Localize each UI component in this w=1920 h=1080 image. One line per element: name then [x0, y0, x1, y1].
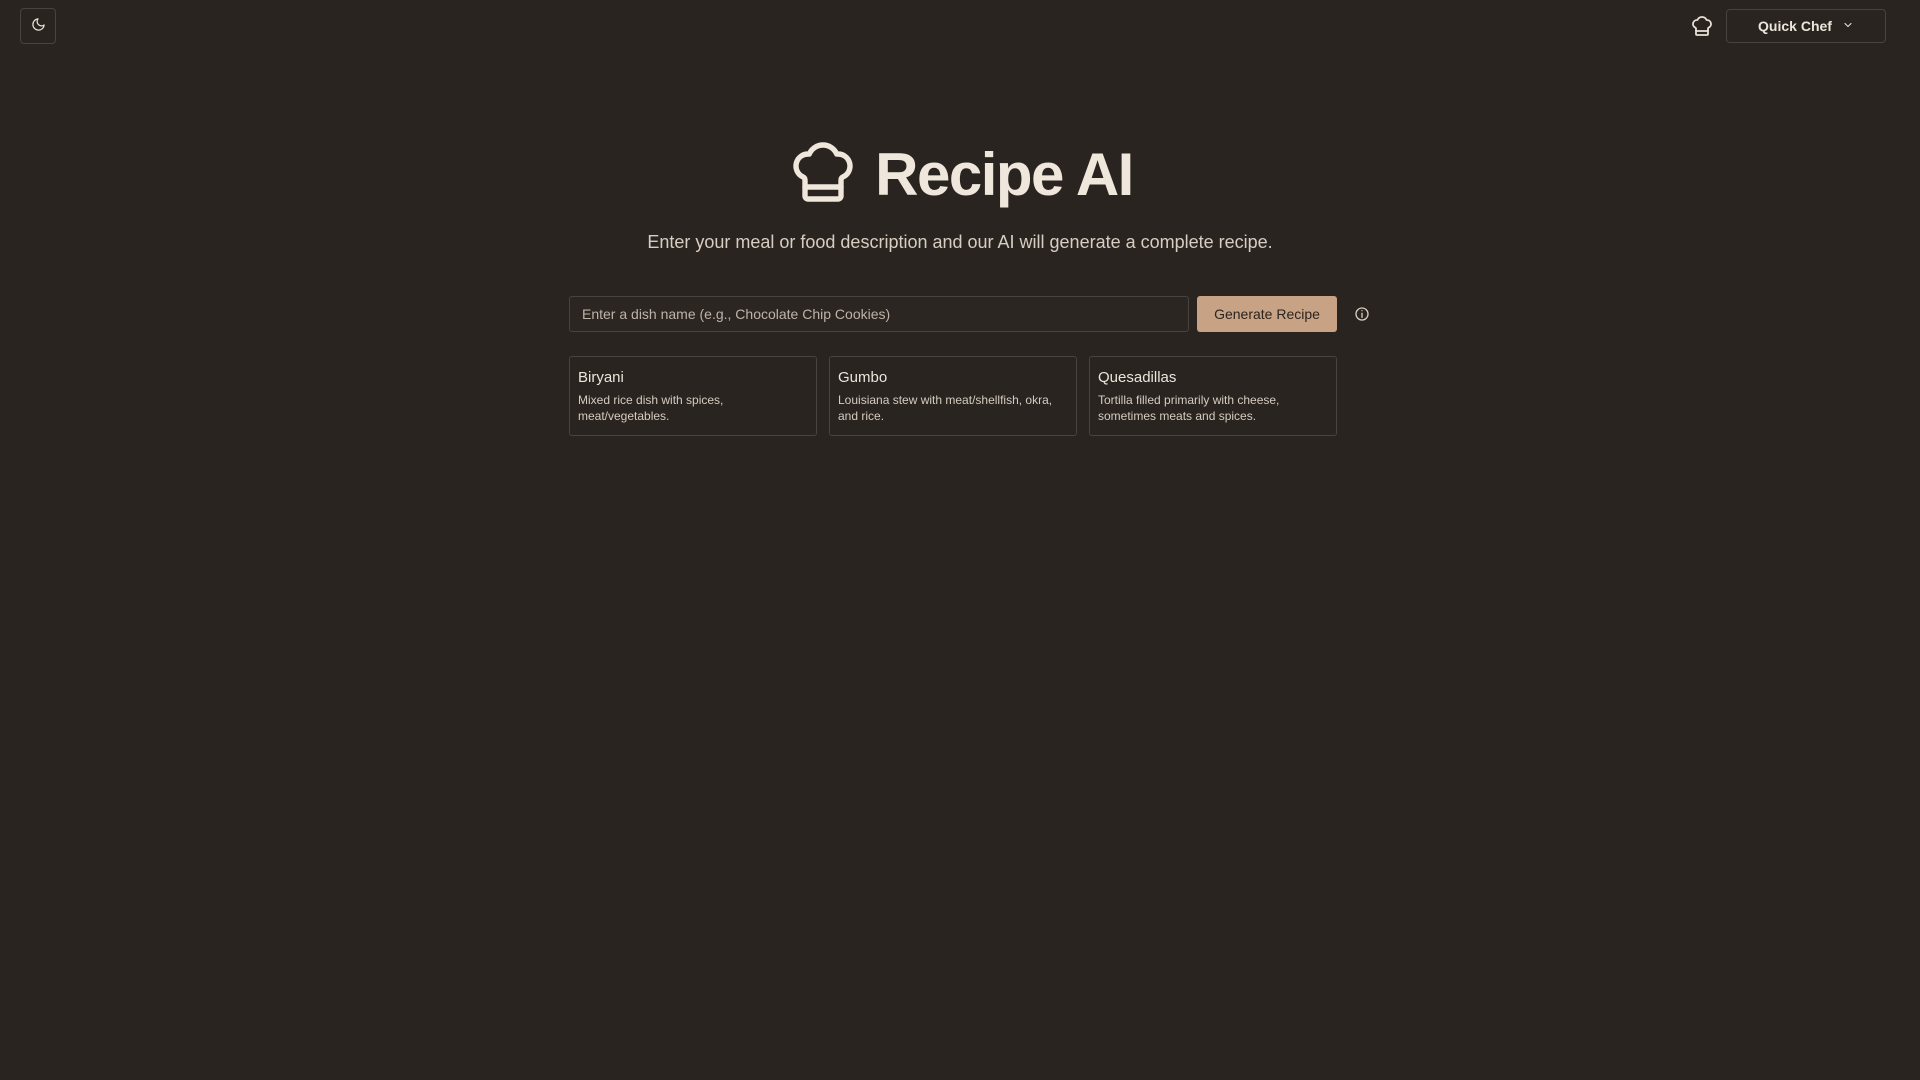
suggestion-title: Biryani: [578, 369, 624, 386]
page-title: Recipe AI: [875, 141, 1134, 208]
suggestion-description: Mixed rice dish with spices, meat/vegeta…: [578, 393, 724, 423]
theme-toggle-button[interactable]: [20, 8, 56, 44]
generate-recipe-button[interactable]: Generate Recipe: [1197, 296, 1337, 332]
moon-icon: [31, 17, 46, 35]
suggestion-cards: Biryani Mixed rice dish with spices, mea…: [569, 356, 1337, 436]
chef-hat-logo-icon: [787, 136, 859, 213]
suggestion-title: Gumbo: [838, 369, 888, 386]
top-right-controls: Quick Chef: [1688, 9, 1886, 43]
suggestion-description: Tortilla filled primarily with cheese, s…: [1098, 393, 1280, 423]
hero: Recipe AI: [0, 136, 1920, 213]
mode-select-value: Quick Chef: [1758, 18, 1832, 34]
mode-select[interactable]: Quick Chef: [1726, 9, 1886, 43]
suggestion-description: Louisiana stew with meat/shellfish, okra…: [838, 393, 1053, 423]
recipe-search-row: Generate Recipe: [569, 296, 1373, 332]
chevron-down-icon: [1842, 18, 1854, 34]
suggestion-card-quesadillas[interactable]: Quesadillas Tortilla filled primarily wi…: [1089, 356, 1337, 436]
info-icon[interactable]: [1351, 303, 1373, 325]
dish-name-input[interactable]: [569, 296, 1189, 332]
chef-hat-icon: [1688, 12, 1716, 40]
page-subtitle: Enter your meal or food description and …: [647, 232, 1273, 252]
suggestion-card-gumbo[interactable]: Gumbo Louisiana stew with meat/shellfish…: [829, 356, 1077, 436]
suggestion-card-biryani[interactable]: Biryani Mixed rice dish with spices, mea…: [569, 356, 817, 436]
suggestion-title: Quesadillas: [1098, 369, 1177, 386]
